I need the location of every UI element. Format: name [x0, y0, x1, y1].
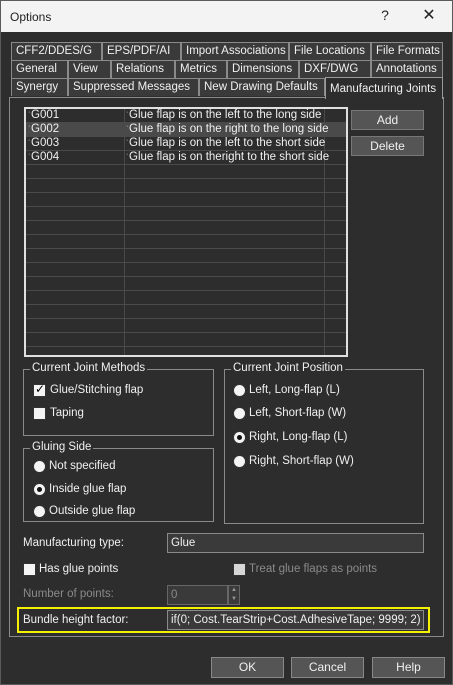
has-glue-points-checkbox[interactable]: [23, 563, 36, 576]
tab-relations[interactable]: Relations: [111, 60, 175, 78]
joint-description-cell[interactable]: Glue flap is on the right to the long si…: [129, 123, 328, 137]
outside-glue-flap-label: Outside glue flap: [49, 505, 136, 517]
manufacturing-type-label: Manufacturing type:: [23, 537, 125, 549]
number-of-points-field[interactable]: 0: [167, 585, 228, 605]
table-row[interactable]: [26, 165, 346, 179]
add-button[interactable]: Add: [351, 110, 424, 130]
tab-file-locations[interactable]: File Locations: [289, 42, 371, 60]
row-marker-icon: ·: [126, 137, 129, 144]
joints-table[interactable]: · G001 · Glue flap is on the left to the lo…: [24, 107, 348, 357]
taping-label: Taping: [50, 407, 84, 419]
tab-suppressed-messages[interactable]: Suppressed Messages: [68, 78, 199, 96]
close-icon[interactable]: ✕: [419, 6, 439, 26]
table-row[interactable]: [26, 291, 346, 305]
options-dialog: Options ? ✕ CFF2/DDES/G EPS/PDF/AI Impor…: [0, 0, 453, 685]
right-long-flap-radio[interactable]: [233, 431, 246, 444]
table-row[interactable]: · G002 · Glue flap is on the right to the l…: [26, 123, 346, 137]
table-row[interactable]: · G001 · Glue flap is on the left to the lo…: [26, 109, 346, 123]
table-row[interactable]: [26, 305, 346, 319]
not-specified-radio[interactable]: [33, 460, 46, 473]
delete-button[interactable]: Delete: [351, 136, 424, 156]
inside-glue-flap-radio[interactable]: [33, 483, 46, 496]
joint-description-cell[interactable]: Glue flap is on the left to the long sid…: [129, 109, 321, 123]
table-row[interactable]: [26, 235, 346, 249]
table-row[interactable]: [26, 319, 346, 333]
current-joint-methods-group: Current Joint Methods: [23, 362, 214, 436]
joint-description-cell[interactable]: Glue flap is on theright to the short si…: [129, 151, 329, 165]
row-marker-icon: ·: [126, 123, 129, 130]
table-row[interactable]: [26, 249, 346, 263]
ok-button[interactable]: OK: [211, 657, 284, 678]
row-marker-icon: ·: [126, 151, 129, 158]
joint-code-cell[interactable]: G003: [31, 137, 59, 151]
left-short-flap-label: Left, Short-flap (W): [249, 407, 347, 419]
treat-glue-flaps-label: Treat glue flaps as points: [249, 563, 378, 575]
glue-stitching-label: Glue/Stitching flap: [50, 384, 144, 396]
tab-manufacturing-joints[interactable]: Manufacturing Joints: [325, 77, 443, 99]
row-marker-icon: ·: [28, 151, 31, 158]
taping-checkbox[interactable]: [33, 407, 46, 420]
joint-code-cell[interactable]: G002: [31, 123, 59, 137]
help-icon[interactable]: ?: [377, 7, 393, 25]
table-row[interactable]: [26, 221, 346, 235]
joint-description-cell[interactable]: Glue flap is on the left to the short si…: [129, 137, 325, 151]
tab-general[interactable]: General: [11, 60, 68, 78]
not-specified-label: Not specified: [49, 460, 116, 472]
right-short-flap-label: Right, Short-flap (W): [249, 455, 354, 467]
gluing-side-legend: Gluing Side: [30, 441, 94, 453]
treat-glue-flaps-checkbox[interactable]: [233, 563, 246, 576]
right-long-flap-label: Right, Long-flap (L): [249, 431, 348, 443]
current-joint-position-legend: Current Joint Position: [231, 362, 345, 374]
help-button[interactable]: Help: [372, 657, 445, 678]
left-long-flap-radio[interactable]: [233, 384, 246, 397]
bundle-height-label: Bundle height factor:: [23, 614, 129, 626]
window-title: Options: [10, 10, 52, 24]
bundle-height-field[interactable]: if(0; Cost.TearStrip+Cost.AdhesiveTape; …: [167, 610, 424, 630]
joint-code-cell[interactable]: G001: [31, 109, 59, 123]
tab-cff2-ddes-g[interactable]: CFF2/DDES/G: [11, 42, 102, 60]
table-row[interactable]: [26, 207, 346, 221]
outside-glue-flap-radio[interactable]: [33, 505, 46, 518]
row-marker-icon: ·: [28, 123, 31, 130]
table-row[interactable]: [26, 277, 346, 291]
spin-down-icon[interactable]: ▼: [229, 595, 239, 604]
tab-annotations[interactable]: Annotations: [371, 60, 443, 78]
cancel-button[interactable]: Cancel: [291, 657, 364, 678]
joint-code-cell[interactable]: G004: [31, 151, 59, 165]
tab-file-formats[interactable]: File Formats: [371, 42, 443, 60]
number-of-points-stepper[interactable]: ▲ ▼: [228, 585, 240, 605]
tab-dimensions[interactable]: Dimensions: [227, 60, 299, 78]
manufacturing-type-field[interactable]: Glue: [167, 533, 424, 553]
right-short-flap-radio[interactable]: [233, 455, 246, 468]
table-row[interactable]: · G003 · Glue flap is on the left to the sh…: [26, 137, 346, 151]
row-marker-icon: ·: [126, 109, 129, 116]
row-marker-icon: ·: [28, 109, 31, 116]
tab-view[interactable]: View: [68, 60, 111, 78]
row-marker-icon: ·: [28, 137, 31, 144]
glue-stitching-checkbox[interactable]: [33, 382, 46, 397]
table-row[interactable]: [26, 193, 346, 207]
has-glue-points-label: Has glue points: [39, 563, 119, 575]
table-row[interactable]: [26, 179, 346, 193]
table-row[interactable]: [26, 263, 346, 277]
title-bar: Options ? ✕: [1, 1, 452, 32]
left-short-flap-radio[interactable]: [233, 407, 246, 420]
spin-up-icon[interactable]: ▲: [229, 586, 239, 595]
tab-import-associations[interactable]: Import Associations: [181, 42, 289, 60]
inside-glue-flap-label: Inside glue flap: [49, 483, 127, 495]
table-row[interactable]: · G004 · Glue flap is on theright to the sh…: [26, 151, 346, 165]
tab-eps-pdf-ai[interactable]: EPS/PDF/AI: [102, 42, 181, 60]
current-joint-methods-legend: Current Joint Methods: [30, 362, 148, 374]
table-row[interactable]: [26, 333, 346, 347]
tab-synergy[interactable]: Synergy: [11, 78, 68, 96]
number-of-points-label: Number of points:: [23, 588, 114, 600]
tab-new-drawing-defaults[interactable]: New Drawing Defaults: [199, 78, 325, 96]
tab-metrics[interactable]: Metrics: [175, 60, 227, 78]
tab-dxf-dwg[interactable]: DXF/DWG: [299, 60, 371, 78]
left-long-flap-label: Left, Long-flap (L): [249, 384, 340, 396]
